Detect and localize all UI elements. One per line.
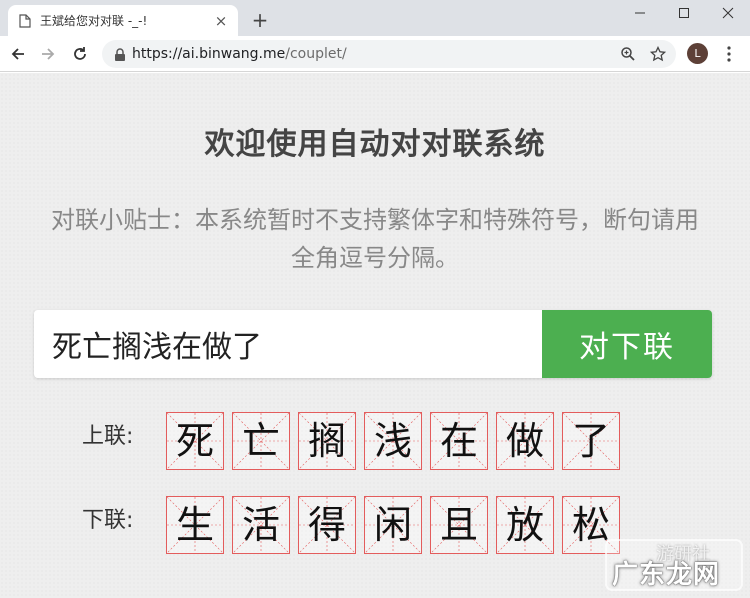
forward-arrow-icon[interactable] (36, 42, 60, 66)
lock-icon (114, 47, 126, 61)
upper-char-cell: 做 (496, 412, 554, 470)
lower-char: 闲 (373, 503, 412, 547)
back-arrow-icon[interactable] (6, 42, 30, 66)
lower-char-cell: 闲 (364, 496, 422, 554)
profile-avatar[interactable]: L (687, 43, 708, 64)
upper-char: 死 (175, 419, 214, 463)
upper-couplet-input[interactable] (34, 310, 542, 378)
tips-text: 对联小贴士：本系统暂时不支持繁体字和特殊符号，断句请用 全角逗号分隔。 (0, 201, 750, 277)
upper-char: 做 (505, 419, 544, 463)
upper-char: 亡 (241, 419, 280, 463)
lower-char-cell: 放 (496, 496, 554, 554)
address-bar[interactable]: https://ai.binwang.me/couplet/ (102, 40, 676, 68)
browser-tab[interactable]: 王斌给您对对联 -_-! × (8, 5, 238, 36)
upper-char: 了 (571, 419, 610, 463)
reload-icon[interactable] (68, 42, 92, 66)
lower-couplet-label: 下联: (82, 508, 134, 533)
upper-couplet-label: 上联: (82, 424, 134, 449)
lower-char-cell: 生 (166, 496, 224, 554)
lower-char: 活 (241, 503, 280, 547)
tip-line-2: 全角逗号分隔。 (291, 244, 459, 272)
bookmark-star-icon[interactable] (648, 44, 668, 64)
watermark-text: 广东龙网 (612, 560, 721, 590)
lower-char-cell: 活 (232, 496, 290, 554)
url-path: /couplet/ (285, 46, 347, 62)
close-window-icon[interactable] (706, 0, 750, 26)
page-title: 欢迎使用自动对对联系统 (204, 127, 546, 162)
lower-char-cell: 且 (430, 496, 488, 554)
upper-char-cell: 亡 (232, 412, 290, 470)
new-tab-button[interactable]: + (248, 8, 272, 32)
page-icon (18, 13, 32, 28)
upper-char-cell: 在 (430, 412, 488, 470)
generate-lower-couplet-button[interactable]: 对下联 (542, 310, 712, 378)
upper-char-cell: 搁 (298, 412, 356, 470)
minimize-icon[interactable] (618, 0, 662, 26)
url-text: https://ai.binwang.me/couplet/ (132, 40, 347, 68)
tab-title: 王斌给您对对联 -_-! (40, 14, 148, 28)
tip-line-1: 对联小贴士：本系统暂时不支持繁体字和特殊符号，断句请用 (51, 206, 699, 234)
url-host: https://ai.binwang.me (132, 46, 286, 62)
lower-char: 放 (505, 503, 544, 547)
lower-char: 生 (175, 503, 214, 547)
tab-strip: 王斌给您对对联 -_-! × + (0, 0, 750, 36)
more-menu-icon[interactable] (718, 42, 740, 66)
upper-char-cell: 了 (562, 412, 620, 470)
upper-char: 浅 (373, 419, 412, 463)
upper-char: 在 (439, 419, 478, 463)
lower-char-cell: 得 (298, 496, 356, 554)
upper-couplet-cells: 死 亡 搁 浅 在 做 了 (166, 412, 628, 470)
page-content: 欢迎使用自动对对联系统 对联小贴士：本系统暂时不支持繁体字和特殊符号，断句请用 … (0, 73, 750, 598)
lower-couplet-cells: 生 活 得 闲 且 放 松 (166, 496, 628, 554)
lower-couplet-row: 下联: 生 活 得 闲 且 放 松 (82, 496, 628, 554)
lower-char: 且 (439, 503, 478, 547)
browser-toolbar: https://ai.binwang.me/couplet/ (0, 36, 750, 72)
tab-close-icon[interactable]: × (212, 12, 230, 30)
window-controls (618, 0, 750, 30)
lower-char: 得 (307, 503, 346, 547)
upper-char-cell: 浅 (364, 412, 422, 470)
maximize-icon[interactable] (662, 0, 706, 26)
upper-char: 搁 (307, 419, 346, 463)
couplet-form: 对下联 (34, 310, 712, 378)
upper-char-cell: 死 (166, 412, 224, 470)
zoom-icon[interactable] (618, 44, 638, 64)
upper-couplet-row: 上联: 死 亡 搁 浅 在 做 了 (82, 412, 628, 470)
